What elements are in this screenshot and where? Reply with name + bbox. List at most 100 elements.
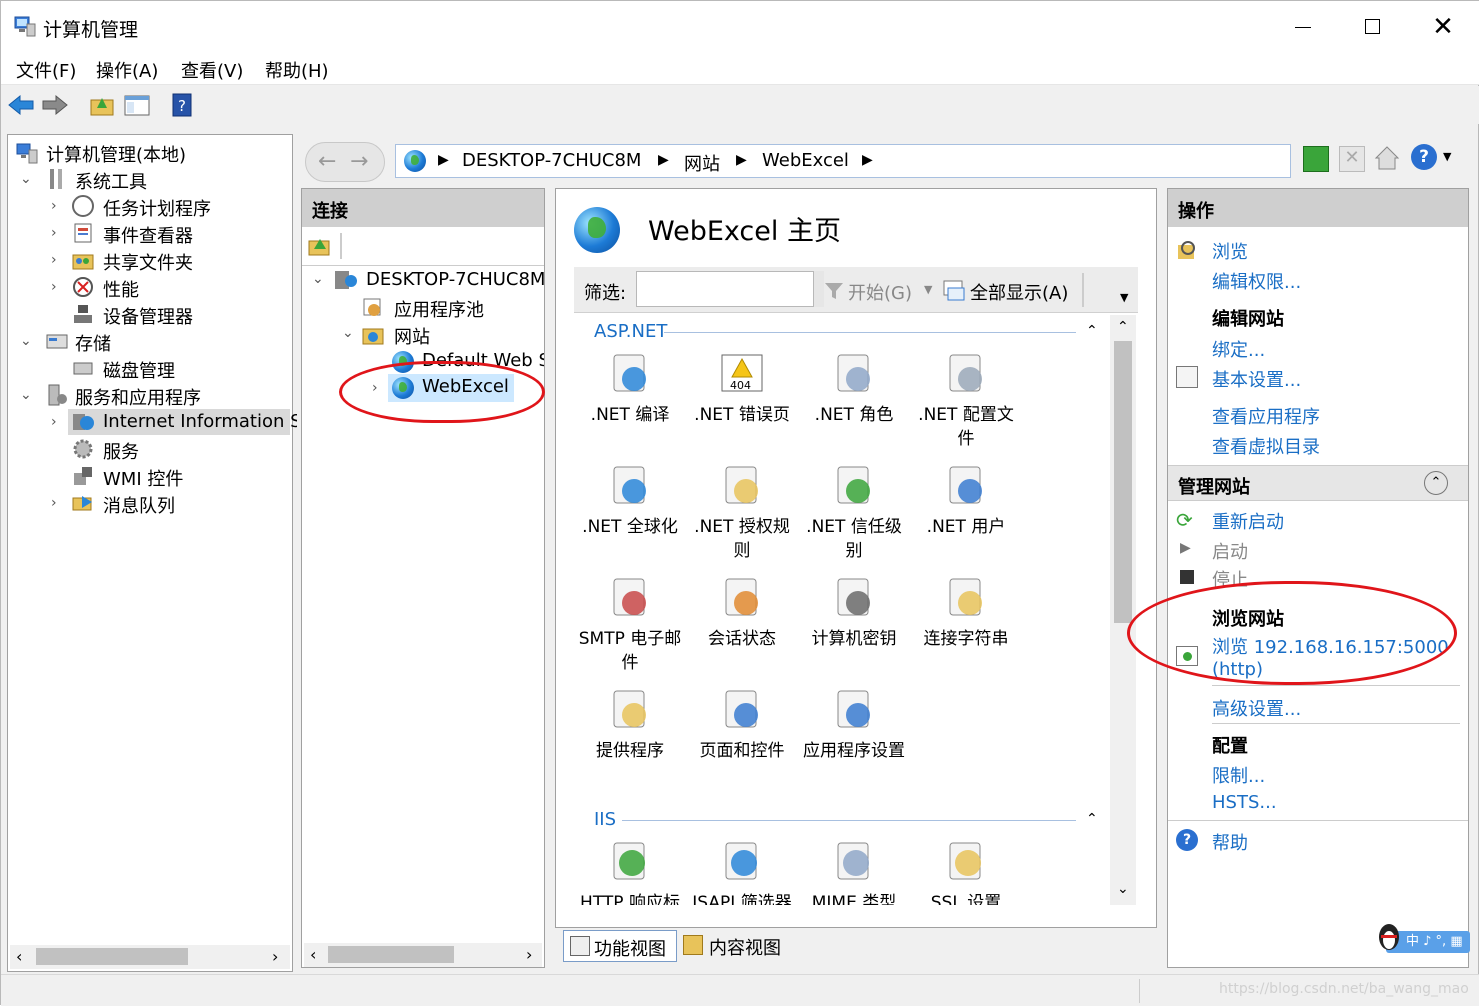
scroll-thumb[interactable]: [328, 946, 454, 963]
collapse-section-icon[interactable]: ⌃: [1424, 471, 1448, 495]
scroll-left-icon[interactable]: ‹: [16, 947, 22, 966]
action-browse[interactable]: 浏览: [1212, 238, 1248, 264]
close-button[interactable]: ✕: [1421, 7, 1465, 47]
collapse-icon[interactable]: ›: [51, 414, 57, 430]
feature-item[interactable]: ISAPI 筛选器: [686, 837, 798, 905]
action-view-apps[interactable]: 查看应用程序: [1212, 403, 1320, 429]
action-view-vdirs[interactable]: 查看虚拟目录: [1212, 433, 1320, 459]
scroll-thumb[interactable]: [36, 948, 188, 965]
action-bindings[interactable]: 绑定...: [1212, 336, 1265, 362]
help-book-icon[interactable]: ?: [169, 92, 197, 118]
tree-root[interactable]: 计算机管理(本地): [46, 141, 186, 167]
expand-icon[interactable]: ⌄: [20, 171, 32, 187]
action-help[interactable]: 帮助: [1212, 829, 1248, 855]
collapse-icon[interactable]: ›: [51, 252, 57, 268]
content-view-icon: [683, 935, 703, 955]
action-hsts[interactable]: HSTS...: [1212, 792, 1277, 813]
tree-services-apps[interactable]: 服务和应用程序: [75, 384, 201, 410]
address-sep-icon: ▶: [736, 152, 747, 168]
expand-icon[interactable]: ⌄: [342, 325, 354, 341]
section-manage-site: 管理网站: [1178, 477, 1250, 498]
address-bar[interactable]: ▶ DESKTOP-7CHUC8M ▶ 网站 ▶ WebExcel ▶: [395, 144, 1291, 178]
tree-services[interactable]: 服务: [103, 438, 139, 464]
collapse-icon[interactable]: ›: [51, 495, 57, 511]
svg-text:?: ?: [178, 97, 186, 115]
shared-folder-icon: [72, 249, 94, 271]
tree-hscrollbar[interactable]: ‹ ›: [10, 945, 290, 969]
features-vscrollbar[interactable]: ⌃ ⌄: [1110, 315, 1136, 905]
nav-back-icon[interactable]: ←: [318, 149, 336, 174]
status-bar: https://blog.csdn.net/ba_wang_mao: [1, 974, 1479, 1006]
scroll-up-icon[interactable]: ⌃: [1117, 319, 1129, 335]
penguin-icon: [1376, 921, 1402, 951]
tree-wmi[interactable]: WMI 控件: [103, 465, 183, 491]
home-icon[interactable]: [1373, 144, 1401, 172]
toolbar-divider: [340, 233, 342, 259]
conn-sites[interactable]: 网站: [394, 323, 430, 349]
expand-icon[interactable]: ⌄: [20, 333, 32, 349]
back-icon[interactable]: [7, 92, 35, 118]
forward-icon[interactable]: [41, 92, 69, 118]
action-start[interactable]: 启动: [1212, 538, 1248, 564]
tree-disk-management[interactable]: 磁盘管理: [103, 357, 175, 383]
expand-icon[interactable]: ⌄: [312, 271, 324, 287]
address-segment[interactable]: DESKTOP-7CHUC8M: [462, 150, 641, 171]
feature-item[interactable]: SSL 设置: [910, 837, 1022, 905]
action-edit-permissions[interactable]: 编辑权限...: [1212, 268, 1301, 294]
action-basic-settings[interactable]: 基本设置...: [1212, 366, 1301, 392]
menu-file[interactable]: 文件(F): [16, 57, 76, 83]
tree-iis[interactable]: Internet Information Se: [103, 411, 313, 432]
feature-icon: [606, 837, 654, 885]
action-restart[interactable]: 重新启动: [1212, 508, 1284, 534]
stop-icon[interactable]: ✕: [1339, 146, 1365, 172]
scroll-right-icon[interactable]: ›: [272, 947, 278, 966]
action-advanced-settings[interactable]: 高级设置...: [1212, 695, 1301, 721]
services-icon: [72, 438, 94, 460]
divider: [1212, 685, 1460, 686]
tree-device-manager[interactable]: 设备管理器: [103, 303, 193, 329]
maximize-button[interactable]: [1351, 7, 1395, 47]
address-sep-icon: ▶: [438, 152, 449, 168]
feature-item[interactable]: MIME 类型: [798, 837, 910, 905]
show-hide-tree-icon[interactable]: [123, 92, 151, 118]
nav-forward-icon[interactable]: →: [350, 149, 368, 174]
minimize-button[interactable]: [1281, 7, 1325, 47]
refresh-icon[interactable]: [1303, 146, 1329, 172]
address-segment[interactable]: 网站: [684, 150, 720, 176]
scroll-left-icon[interactable]: ‹: [310, 945, 316, 964]
collapse-icon[interactable]: ›: [51, 225, 57, 241]
conn-hscrollbar[interactable]: ‹ ›: [304, 943, 542, 967]
storage-icon: [46, 330, 68, 352]
tree-message-queue[interactable]: 消息队列: [103, 492, 175, 518]
nav-back-forward[interactable]: ← →: [305, 142, 385, 182]
scroll-right-icon[interactable]: ›: [526, 945, 532, 964]
tab-content-view[interactable]: 内容视图: [681, 930, 795, 962]
iis-features-grid: HTTP 响应标 ISAPI 筛选器 MIME 类型 SSL 设置: [556, 189, 1110, 905]
tree-storage[interactable]: 存储: [75, 330, 111, 356]
conn-server[interactable]: DESKTOP-7CHUC8M: [366, 269, 545, 290]
collapse-icon[interactable]: ›: [51, 198, 57, 214]
collapse-icon[interactable]: ›: [51, 279, 57, 295]
overflow-icon[interactable]: ▼: [1120, 291, 1128, 304]
tree-performance[interactable]: 性能: [103, 276, 139, 302]
menu-help[interactable]: 帮助(H): [265, 57, 329, 83]
tree-task-scheduler[interactable]: 任务计划程序: [103, 195, 211, 221]
scroll-down-icon[interactable]: ⌄: [1117, 881, 1129, 897]
help-dropdown-icon[interactable]: ? ▼: [1411, 144, 1457, 172]
menu-view[interactable]: 查看(V): [181, 57, 243, 83]
tree-system-tools[interactable]: 系统工具: [75, 168, 147, 194]
conn-app-pools[interactable]: 应用程序池: [394, 296, 484, 322]
window: 计算机管理 ✕ 文件(F) 操作(A) 查看(V) 帮助(H) ? 计算机管理(…: [0, 0, 1479, 1006]
scroll-thumb[interactable]: [1114, 341, 1132, 623]
feature-item[interactable]: HTTP 响应标: [574, 837, 686, 905]
menu-action[interactable]: 操作(A): [96, 57, 158, 83]
expand-icon[interactable]: ⌄: [20, 387, 32, 403]
performance-icon: [72, 276, 94, 298]
address-segment[interactable]: WebExcel: [762, 150, 849, 171]
action-limits[interactable]: 限制...: [1212, 762, 1265, 788]
tab-features-view[interactable]: 功能视图: [563, 930, 677, 962]
up-folder-icon[interactable]: [89, 92, 117, 118]
tree-shared-folders[interactable]: 共享文件夹: [103, 249, 193, 275]
tree-event-viewer[interactable]: 事件查看器: [103, 222, 193, 248]
connect-icon[interactable]: [308, 235, 332, 257]
